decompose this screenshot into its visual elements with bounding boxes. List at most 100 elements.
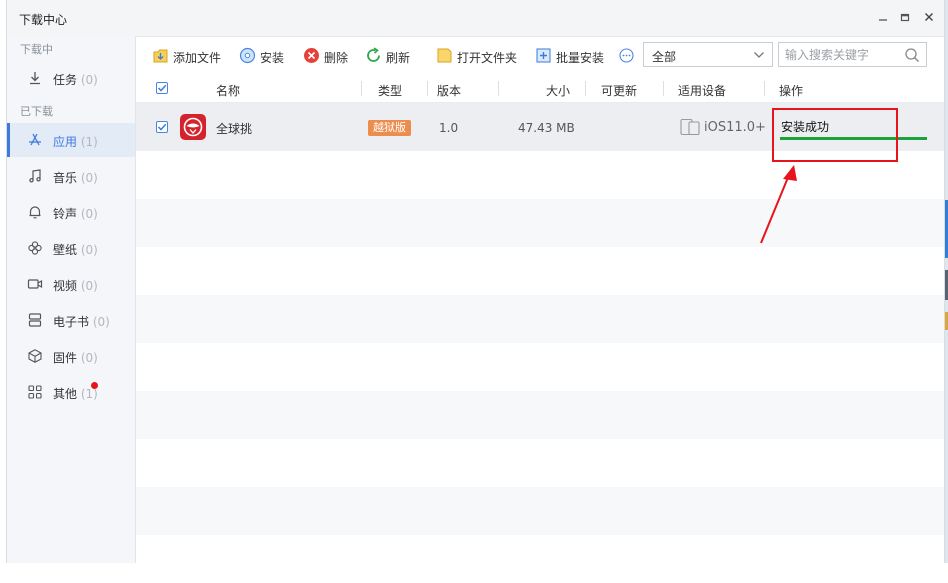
delete-button[interactable]: 删除 [303,47,353,65]
empty-row [136,439,944,487]
empty-row [136,199,944,247]
sidebar-item-label: 壁纸 [53,243,78,257]
row-checkbox[interactable] [156,121,168,133]
open-folder-button[interactable]: 打开文件夹 [436,47,520,65]
column-divider [585,81,586,96]
sidebar-item-count: (0) [80,73,98,87]
sidebar-item-ringtones[interactable]: 铃声 (0) [7,195,135,229]
type-badge: 越狱版 [368,120,411,136]
sidebar-item-count: (0) [80,279,98,293]
column-divider [361,81,362,96]
sidebar-item-wallpapers[interactable]: 壁纸 (0) [7,231,135,265]
sidebar-item-count: (1) [80,387,98,401]
column-header-version[interactable]: 版本 [437,82,461,99]
table-header: 名称 类型 版本 大小 可更新 适用设备 操作 [136,75,944,103]
column-header-type[interactable]: 类型 [378,82,402,99]
maximize-icon [900,13,910,22]
app-size: 47.43 MB [518,121,575,135]
refresh-icon [367,47,380,62]
chevron-down-icon [754,52,764,58]
checkmark-icon [157,123,167,131]
download-icon [30,72,40,85]
column-header-name[interactable]: 名称 [216,82,240,99]
folder-icon [437,48,452,63]
checkmark-icon [157,84,167,92]
app-store-icon [29,133,41,146]
sidebar-item-label: 电子书 [53,315,90,329]
app-name: 全球挑 [216,122,253,136]
empty-row [136,487,944,535]
section-label-downloading: 下载中 [20,43,53,56]
cube-icon [28,349,42,363]
app-icon [180,114,206,140]
sidebar-item-apps[interactable]: 应用 (1) [7,123,135,157]
title-bar: 下载中心 [7,0,944,37]
add-file-icon [153,49,168,63]
sidebar-item-label: 其他 [53,387,78,401]
sidebar-item-count: (1) [80,135,98,149]
column-header-device[interactable]: 适用设备 [678,82,726,99]
book-icon [28,313,42,327]
search-icon[interactable] [904,47,920,63]
sidebar-item-other[interactable]: 其他 (1) [7,375,135,409]
sidebar-item-label: 音乐 [53,171,78,185]
sidebar-item-music[interactable]: 音乐 (0) [7,159,135,193]
sidebar-item-ebooks[interactable]: 电子书 (0) [7,303,135,337]
column-header-action: 操作 [779,84,804,98]
add-file-button[interactable]: 添加文件 [152,47,228,65]
delete-icon [304,48,319,63]
sidebar-item-firmware[interactable]: 固件 (0) [7,339,135,373]
section-label-downloaded: 已下载 [20,105,53,118]
toolbar: 添加文件 安装 删除 刷新 打开文件夹 批量安装 全部 [136,36,944,75]
column-divider [498,81,499,96]
empty-row [136,391,944,439]
music-note-icon [29,169,41,183]
install-button[interactable]: 安装 [239,47,289,65]
download-center-window: 下载中心 下载中 任务 (0) 已下载 应用 (1) 音乐 (0) 铃声 (0) [6,0,945,563]
sidebar: 下载中 任务 (0) 已下载 应用 (1) 音乐 (0) 铃声 (0) 壁纸 (… [7,36,136,563]
refresh-button[interactable]: 刷新 [365,47,415,65]
column-divider [663,81,664,96]
video-camera-icon [27,279,43,289]
maximize-button[interactable] [898,10,912,24]
more-button[interactable] [618,47,635,65]
grid-icon [28,385,42,399]
install-disc-icon [239,47,256,64]
sidebar-item-videos[interactable]: 视频 (0) [7,267,135,301]
close-icon [925,13,933,21]
sidebar-item-count: (0) [80,243,98,257]
search-box [778,42,927,67]
sidebar-item-count: (0) [80,351,98,365]
empty-row [136,535,944,583]
app-version: 1.0 [439,121,459,135]
sidebar-item-label: 任务 [53,73,78,87]
column-header-size[interactable]: 大小 [546,82,570,99]
empty-row [136,247,944,295]
batch-install-button[interactable]: 批量安装 [535,47,611,65]
sidebar-item-count: (0) [92,315,110,329]
app-logo-icon [183,117,203,137]
table-body: 全球挑 越狱版 1.0 47.43 MB iOS11.0+ 安装成功 [136,103,944,563]
sidebar-item-count: (0) [80,207,98,221]
select-all-checkbox[interactable] [156,82,168,94]
filter-select[interactable]: 全部 [643,42,773,67]
close-button[interactable] [922,10,936,24]
device-compat: iOS11.0+ [704,120,766,135]
window-title: 下载中心 [19,13,68,27]
filter-select-value: 全部 [652,50,677,64]
sidebar-item-count: (0) [80,171,98,185]
notification-dot [91,382,98,389]
annotation-highlight-box [772,108,898,162]
annotation-arrow [760,165,797,244]
column-header-updatable[interactable]: 可更新 [601,82,637,99]
sidebar-item-label: 视频 [53,279,78,293]
sidebar-item-label: 铃声 [53,207,78,221]
search-input[interactable] [785,46,897,63]
column-divider [764,81,765,96]
more-options-icon [619,48,634,63]
empty-row [136,343,944,391]
minimize-icon [879,19,887,21]
minimize-button[interactable] [876,10,890,24]
sidebar-item-tasks[interactable]: 任务 (0) [7,61,135,95]
device-icon [680,118,700,136]
